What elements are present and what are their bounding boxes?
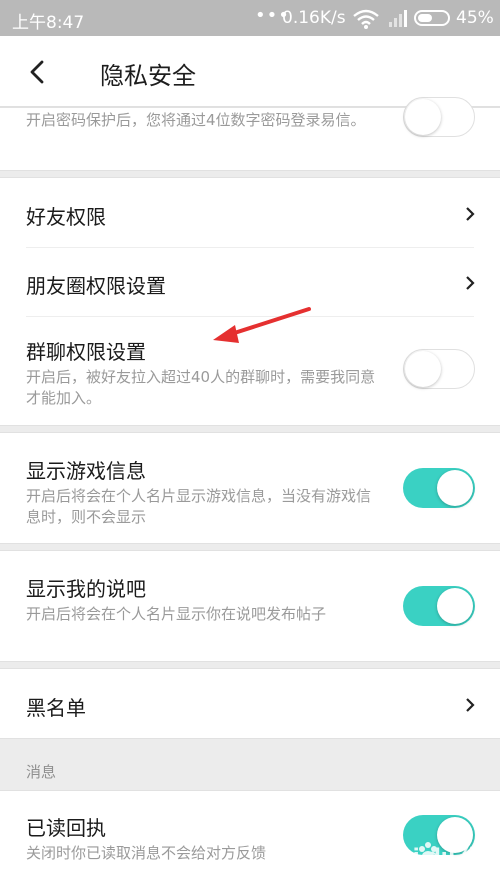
- toggle-knob: [437, 470, 473, 506]
- signal-icon: [389, 10, 407, 27]
- blacklist-label: 黑名单: [26, 696, 86, 720]
- status-time: 上午8:47: [12, 13, 85, 33]
- group-chat-toggle[interactable]: [403, 349, 475, 389]
- watermark-text: Bai du 经验: [384, 844, 492, 868]
- chevron-right-icon: [466, 207, 475, 221]
- password-group: 开启密码保护后，您将通过4位数字密码登录易信。: [0, 97, 500, 171]
- messages-section-label: 消息: [26, 763, 57, 781]
- group-chat-permission-desc: 开启后，被好友拉入超过40人的群聊时，需要我同意才能加入。: [26, 368, 376, 407]
- blacklist-group[interactable]: 黑名单: [0, 668, 500, 739]
- annotation-arrow-icon: [213, 307, 311, 343]
- my-posts-desc: 开启后将会在个人名片显示你在说吧发布帖子: [26, 605, 327, 623]
- battery-percent: 45%: [456, 8, 494, 28]
- my-posts-group: 显示我的说吧 开启后将会在个人名片显示你在说吧发布帖子: [0, 550, 500, 662]
- game-info-desc: 开启后将会在个人名片显示游戏信息，当没有游戏信息时，则不会显示: [26, 487, 372, 526]
- toggle-knob: [405, 99, 441, 135]
- game-info-label: 显示游戏信息: [26, 459, 146, 483]
- chevron-right-icon: [466, 276, 475, 290]
- read-receipt-label: 已读回执: [26, 816, 106, 840]
- game-info-toggle[interactable]: [403, 468, 475, 508]
- friend-permission-label: 好友权限: [26, 205, 106, 229]
- moments-permission-label: 朋友圈权限设置: [26, 274, 166, 298]
- read-receipt-desc: 关闭时你已读取消息不会给对方反馈: [26, 844, 267, 862]
- toggle-knob: [437, 588, 473, 624]
- back-arrow-icon: [30, 60, 44, 84]
- friend-permission-row[interactable]: 好友权限: [0, 178, 500, 247]
- battery-icon: [414, 10, 450, 26]
- password-toggle[interactable]: [403, 97, 475, 137]
- wifi-icon: [353, 9, 379, 29]
- toggle-knob: [405, 351, 441, 387]
- password-desc: 开启密码保护后，您将通过4位数字密码登录易信。: [26, 111, 366, 129]
- chevron-right-icon: [466, 698, 475, 712]
- group-chat-permission-label: 群聊权限设置: [26, 340, 146, 364]
- my-posts-label: 显示我的说吧: [26, 577, 146, 601]
- status-net-speed: 0.16K/s: [282, 8, 346, 28]
- permissions-group: 好友权限 朋友圈权限设置 群聊权限设置 开启后，被好友拉入超过40人的群聊时，需…: [0, 177, 500, 426]
- watermark-logo: Bai du 经验: [384, 842, 492, 868]
- page-title: 隐私安全: [100, 62, 196, 90]
- game-info-group: 显示游戏信息 开启后将会在个人名片显示游戏信息，当没有游戏信息时，则不会显示: [0, 432, 500, 544]
- status-bar: 上午8:47 ••• 0.16K/s 45%: [0, 0, 500, 36]
- back-button[interactable]: [20, 54, 56, 90]
- my-posts-toggle[interactable]: [403, 586, 475, 626]
